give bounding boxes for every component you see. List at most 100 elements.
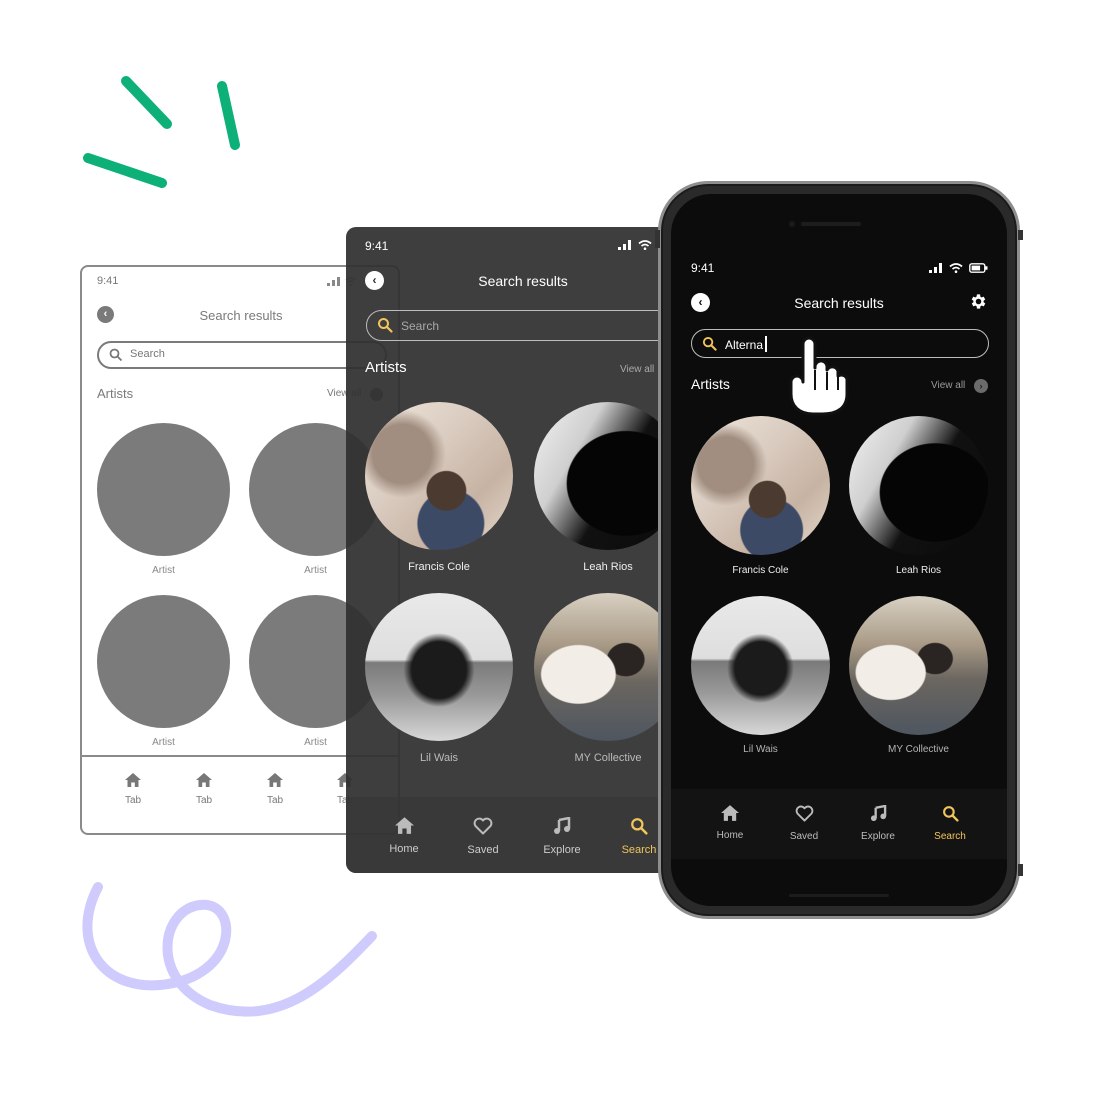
tab-label: Tab [266, 795, 284, 806]
phone-side-button [1018, 864, 1023, 876]
tab-label: Home [389, 843, 419, 855]
search-query-text: Alterna [725, 338, 764, 352]
artist-name: Lil Wais [743, 744, 778, 755]
tab-home[interactable]: Home [700, 805, 760, 841]
signal-icon [929, 263, 942, 273]
artist-name: Leah Rios [583, 561, 633, 573]
artist-name: Francis Cole [732, 565, 789, 576]
music-note-icon [554, 816, 571, 834]
search-icon [631, 818, 648, 835]
green-sparkle-lines [83, 76, 240, 188]
phone-device: 9:41 ‹ Search results Alterna Artists Vi… [655, 181, 1023, 919]
page-title: Search results [478, 273, 568, 289]
view-all-link[interactable]: View all [620, 364, 654, 375]
signal-icon [618, 240, 631, 250]
tab-saved[interactable]: Saved [453, 817, 513, 856]
heart-icon [795, 805, 813, 822]
home-icon [721, 805, 739, 821]
heart-icon [473, 817, 493, 835]
status-icons [929, 263, 988, 273]
sparkle-line [83, 153, 167, 188]
gear-icon[interactable] [969, 292, 988, 311]
tab-search[interactable]: Search [609, 817, 660, 856]
music-note-icon [870, 804, 886, 822]
wifi-icon [949, 263, 963, 273]
tab-bar: Home Saved Explore Search [671, 789, 1007, 859]
artist-label: Artist [152, 565, 175, 576]
artist-image-francis-cole[interactable] [691, 416, 830, 555]
search-icon [702, 336, 717, 351]
tab-label: Saved [789, 831, 819, 842]
tab-label: Saved [467, 844, 499, 856]
lavender-squiggle [82, 882, 377, 1017]
search-placeholder: Search [401, 319, 440, 333]
artist-name: Lil Wais [419, 752, 459, 764]
artist-image-my-collective[interactable] [849, 596, 988, 735]
status-time: 9:41 [691, 261, 715, 275]
tab-label: Tab [124, 795, 142, 806]
section-title-artists: Artists [365, 359, 407, 376]
artist-name: Francis Cole [408, 561, 470, 573]
tab-label: Explore [543, 844, 581, 856]
artist-image-leah-rios[interactable] [849, 416, 988, 555]
artist-name: Leah Rios [895, 565, 942, 576]
artist-placeholder-image[interactable] [97, 595, 230, 728]
search-value: Alterna [725, 336, 768, 352]
search-icon [942, 806, 959, 822]
search-placeholder: Search [130, 348, 165, 360]
artist-image-francis-cole[interactable] [365, 402, 513, 550]
home-icon [267, 773, 283, 787]
battery-icon [969, 263, 988, 273]
artist-image-lil-wais[interactable] [691, 596, 830, 735]
tab-item[interactable]: Tab [255, 773, 295, 806]
tab-label: Tab [195, 795, 213, 806]
tab-explore[interactable]: Explore [848, 804, 908, 842]
pointer-hand-icon [789, 336, 849, 416]
home-indicator [789, 894, 889, 897]
artist-image-leah-rios[interactable] [534, 402, 660, 550]
page-title: Search results [794, 295, 884, 311]
tab-label: Home [716, 830, 744, 841]
tab-item[interactable]: Tab [113, 773, 153, 806]
phone-side-button [655, 230, 660, 248]
home-icon [394, 817, 414, 834]
artist-image-my-collective[interactable] [534, 593, 660, 741]
section-title-artists: Artists [97, 386, 134, 401]
wifi-icon [638, 240, 652, 250]
status-icons [618, 240, 652, 250]
search-icon [109, 348, 123, 362]
phone-side-button [1018, 230, 1023, 240]
dark-mockup-screen: 9:41 ‹ Search results Search Artists Vie… [346, 227, 660, 873]
tab-saved[interactable]: Saved [774, 805, 834, 842]
artist-label: Artist [152, 737, 175, 748]
tab-explore[interactable]: Explore [532, 816, 592, 856]
earpiece-speaker [801, 222, 861, 226]
search-input[interactable]: Search [366, 310, 660, 341]
section-title-artists: Artists [691, 376, 730, 392]
tab-label: Search [621, 844, 657, 856]
chevron-right-icon[interactable]: › [974, 379, 988, 393]
signal-icon [327, 277, 340, 286]
text-caret [765, 336, 768, 352]
front-camera [789, 221, 795, 227]
tab-item[interactable]: Tab [184, 773, 224, 806]
home-icon [125, 773, 141, 787]
artist-name: MY Collective [574, 752, 642, 764]
sparkle-line [217, 81, 240, 150]
search-input[interactable]: Search [97, 341, 387, 369]
tab-home[interactable]: Home [374, 817, 434, 855]
artist-name: MY Collective [888, 744, 949, 755]
search-icon [378, 318, 393, 333]
tab-label: Explore [861, 831, 895, 842]
tab-search[interactable]: Search [920, 805, 980, 842]
sparkle-line [121, 76, 172, 129]
tab-bar: Home Saved Explore Search [346, 797, 660, 873]
tab-label: Search [934, 831, 966, 842]
status-time: 9:41 [365, 239, 389, 253]
status-time: 9:41 [97, 275, 119, 287]
view-all-link[interactable]: View all [931, 380, 965, 391]
phone-screen: 9:41 ‹ Search results Alterna Artists Vi… [671, 194, 1007, 906]
artist-placeholder-image[interactable] [97, 423, 230, 556]
home-icon [196, 773, 212, 787]
artist-image-lil-wais[interactable] [365, 593, 513, 741]
